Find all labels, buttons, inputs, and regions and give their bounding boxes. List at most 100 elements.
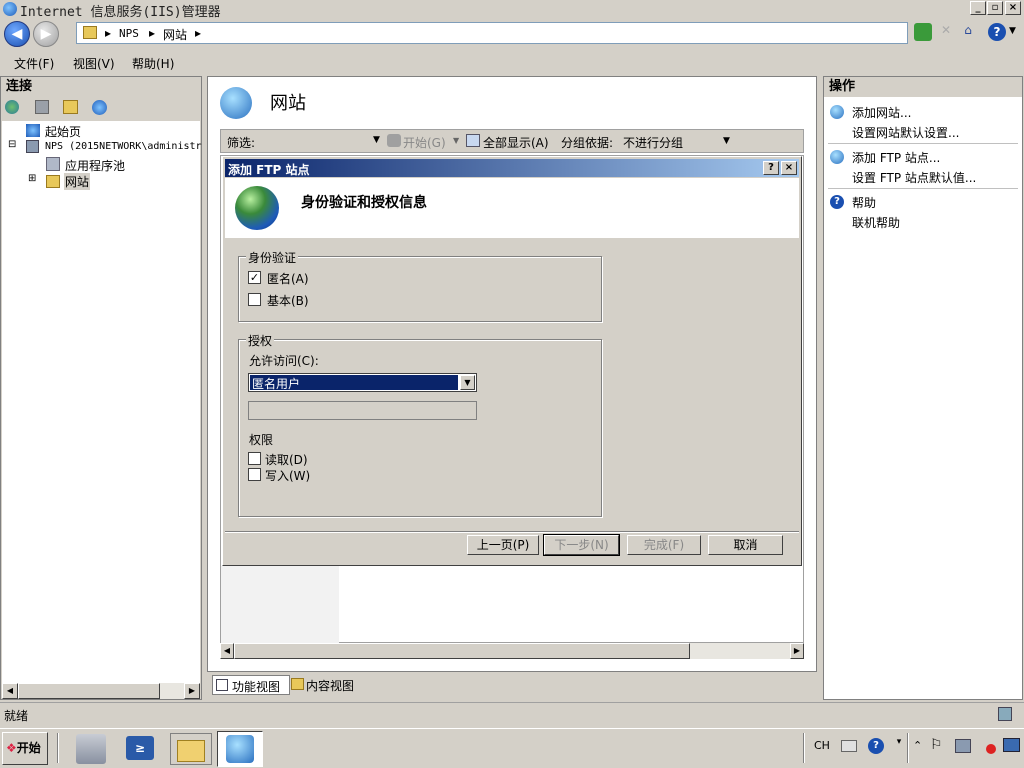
stop-icon[interactable]: ✕: [937, 23, 955, 41]
menu-file[interactable]: 文件(F): [14, 55, 54, 72]
folder-icon: [83, 26, 97, 39]
tree-item-sites[interactable]: 网站: [64, 173, 91, 190]
show-desktop-icon[interactable]: [1003, 738, 1020, 752]
minimize-button[interactable]: _: [970, 1, 986, 15]
dialog-help-button[interactable]: ?: [763, 161, 779, 175]
iis-icon: [226, 735, 254, 763]
close-window-button[interactable]: ×: [1005, 1, 1021, 15]
start-label: 开始: [16, 741, 41, 755]
network-tray-icon[interactable]: [955, 739, 971, 753]
users-textbox[interactable]: [248, 401, 477, 420]
address-bar[interactable]: ▸ NPS ▸ 网站 ▸: [76, 22, 908, 44]
tree-item-app-pools[interactable]: 应用程序池: [65, 157, 125, 174]
prev-button[interactable]: 上一页(P): [467, 535, 539, 555]
tab-content-view[interactable]: 内容视图: [289, 675, 367, 695]
tray-help-icon[interactable]: ?: [868, 738, 884, 754]
action-add-website[interactable]: 添加网站...: [852, 104, 911, 121]
address-segment-nps[interactable]: NPS: [119, 27, 139, 40]
tray-options-icon[interactable]: ▾: [893, 737, 905, 755]
list-left-column: [221, 566, 339, 646]
auth-groupbox: 身份验证 ✓ 匿名(A) 基本(B): [238, 249, 602, 322]
iis-app-icon: [3, 2, 17, 16]
start-button[interactable]: ❖开始: [2, 732, 48, 765]
page-title: 网站: [270, 93, 306, 114]
anonymous-checkbox[interactable]: ✓: [248, 271, 261, 284]
save-icon[interactable]: [35, 100, 49, 114]
globe-icon: [235, 186, 279, 230]
connect-icon[interactable]: [5, 100, 19, 114]
flag-icon[interactable]: ⚐: [930, 737, 943, 753]
tree-item-server[interactable]: NPS (2015NETWORK\administr: [45, 141, 202, 152]
language-indicator[interactable]: CH: [814, 739, 830, 752]
window-titlebar: Internet 信息服务(IIS)管理器 _ ▫ ×: [0, 0, 1024, 20]
status-text: 就绪: [4, 709, 29, 723]
group-by-select[interactable]: 不进行分组 ▼: [619, 132, 735, 151]
explorer-icon[interactable]: [170, 733, 212, 765]
write-checkbox[interactable]: [248, 468, 261, 481]
scroll-thumb[interactable]: [18, 683, 160, 699]
cancel-button[interactable]: 取消: [708, 535, 783, 555]
filter-input[interactable]: [261, 132, 383, 150]
filter-label: 筛选:: [227, 136, 256, 150]
tab-features-view[interactable]: 功能视图: [212, 675, 290, 695]
server-manager-icon[interactable]: [76, 734, 106, 764]
dialog-footer-divider: [225, 531, 799, 533]
tree-expand-icon[interactable]: ⊞: [28, 173, 36, 184]
auth-group-label: 身份验证: [246, 249, 299, 266]
help-dropdown-icon[interactable]: ▼: [1009, 26, 1016, 36]
add-ftp-icon: [830, 150, 844, 164]
start-dropdown-icon[interactable]: ▼: [453, 136, 459, 145]
start-filter-button[interactable]: 开始(G): [403, 134, 446, 151]
filter-dropdown-icon[interactable]: ▼: [373, 135, 380, 145]
maximize-button[interactable]: ▫: [987, 1, 1003, 15]
next-button[interactable]: 下一步(N): [543, 534, 620, 556]
address-separator-icon: ▸: [195, 26, 202, 40]
powershell-icon[interactable]: ≥: [126, 736, 154, 760]
basic-checkbox[interactable]: [248, 293, 261, 306]
action-online-help[interactable]: 联机帮助: [852, 214, 900, 231]
show-hidden-icons[interactable]: ⌃: [913, 739, 922, 752]
features-view-icon: [216, 679, 228, 691]
connections-panel: 连接 起始页 ⊟ NPS (2015NETWORK\administr 应用程序…: [0, 76, 202, 700]
allow-access-select[interactable]: 匿名用户 ▼: [248, 373, 477, 392]
authz-groupbox: 授权 允许访问(C): 匿名用户 ▼ 权限 读取(D) 写入(W): [238, 332, 602, 517]
connections-hscrollbar[interactable]: ◀ ▶: [2, 683, 200, 699]
action-help[interactable]: 帮助: [852, 194, 876, 211]
allow-access-label: 允许访问(C):: [249, 354, 319, 368]
help-icon[interactable]: ?: [988, 23, 1006, 41]
forward-button[interactable]: ▶: [33, 21, 59, 47]
address-segment-sites[interactable]: 网站: [163, 26, 187, 43]
actions-header: 操作: [824, 77, 1022, 97]
finish-button[interactable]: 完成(F): [627, 535, 701, 555]
home-icon[interactable]: ⌂: [959, 23, 977, 41]
list-hscrollbar[interactable]: ◀ ▶: [220, 643, 804, 659]
actions-panel: 操作 添加网站... 设置网站默认设置... 添加 FTP 站点... 设置 F…: [823, 76, 1023, 700]
menu-help[interactable]: 帮助(H): [132, 55, 174, 72]
server-icon: [26, 140, 39, 153]
menu-bar: 文件(F) 视图(V) 帮助(H): [0, 52, 1024, 74]
menu-view[interactable]: 视图(V): [73, 55, 115, 72]
list-scroll-left: ◀: [220, 643, 234, 659]
iis-taskbar-icon[interactable]: [217, 731, 263, 767]
navigation-bar: ◀ ▶ ▸ NPS ▸ 网站 ▸ ✕ ⌂ ? ▼: [0, 18, 1024, 50]
volume-muted-icon[interactable]: [979, 739, 996, 754]
read-checkbox[interactable]: [248, 452, 261, 465]
list-scroll-right: ▶: [790, 643, 804, 659]
explorer-folder-icon: [177, 740, 205, 762]
up-folder-icon[interactable]: [63, 100, 78, 114]
refresh-icon[interactable]: [914, 23, 932, 41]
list-scroll-thumb[interactable]: [234, 643, 690, 659]
tree-collapse-icon[interactable]: ⊟: [8, 139, 16, 150]
keyboard-icon[interactable]: [841, 740, 857, 752]
dialog-close-button[interactable]: ×: [781, 161, 797, 175]
windows-logo-icon: ❖: [6, 741, 17, 755]
tree-item-start-page[interactable]: 起始页: [45, 123, 81, 140]
app-pool-icon: [46, 157, 60, 171]
disconnect-icon[interactable]: [92, 100, 107, 115]
show-all-button[interactable]: 全部显示(A): [483, 134, 549, 151]
dialog-title: 添加 FTP 站点: [228, 163, 310, 177]
back-button[interactable]: ◀: [4, 21, 30, 47]
action-add-ftp[interactable]: 添加 FTP 站点...: [852, 149, 940, 166]
action-website-defaults[interactable]: 设置网站默认设置...: [852, 124, 959, 141]
action-ftp-defaults[interactable]: 设置 FTP 站点默认值...: [852, 169, 976, 186]
